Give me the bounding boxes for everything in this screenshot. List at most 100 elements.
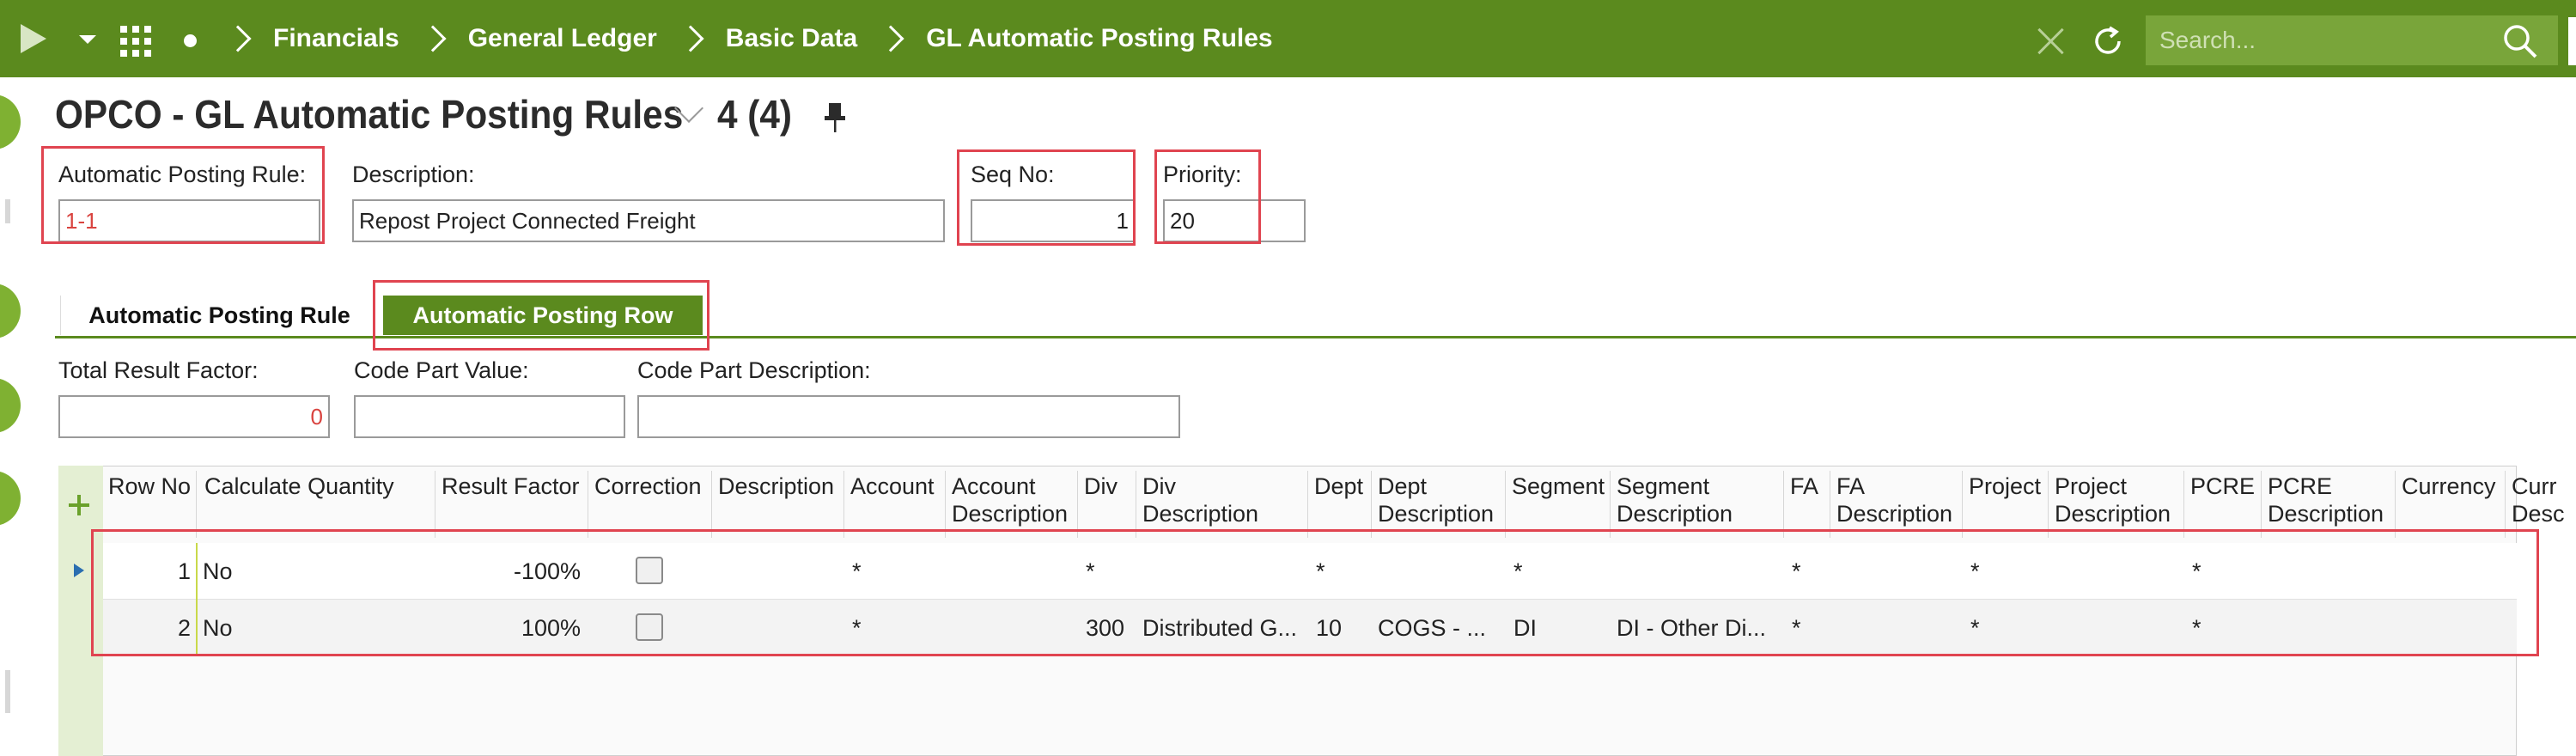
- tab-underline: [55, 336, 2576, 338]
- column-header-description[interactable]: Description: [718, 472, 834, 500]
- column-separator: [1783, 471, 1784, 538]
- cell-row-no[interactable]: 2: [163, 600, 191, 656]
- column-header-segment-description[interactable]: Segment Description: [1617, 472, 1733, 527]
- play-icon[interactable]: [21, 24, 46, 53]
- cell-dept[interactable]: *: [1316, 543, 1325, 600]
- column-header-row-no[interactable]: Row No: [108, 472, 191, 500]
- column-separator: [2048, 471, 2049, 538]
- column-header-segment[interactable]: Segment: [1512, 472, 1605, 500]
- column-separator: [1077, 471, 1078, 538]
- cell-segment-description: DI - Other Di...: [1617, 615, 1767, 641]
- rail-circle-icon[interactable]: [0, 94, 21, 149]
- breadcrumb-item-general-ledger[interactable]: General Ledger: [417, 24, 674, 53]
- column-header-calculate-quantity[interactable]: Calculate Quantity: [204, 472, 394, 500]
- cell-calculate-quantity[interactable]: No: [203, 543, 233, 600]
- record-count: 4 (4): [717, 92, 793, 137]
- code-part-value-field[interactable]: [354, 395, 625, 438]
- code-part-value-label: Code Part Value:: [354, 357, 529, 383]
- code-part-description-field[interactable]: [637, 395, 1180, 438]
- tab-automatic-posting-rule[interactable]: Automatic Posting Rule: [60, 296, 378, 335]
- column-separator: [2261, 471, 2262, 538]
- cell-account[interactable]: *: [852, 600, 862, 656]
- correction-checkbox[interactable]: [636, 557, 663, 584]
- pin-icon[interactable]: [821, 101, 849, 134]
- column-header-correction[interactable]: Correction: [594, 472, 702, 500]
- cell-pcre[interactable]: *: [2192, 600, 2201, 656]
- row-no-divider: [196, 543, 198, 656]
- column-header-currency[interactable]: Currency: [2402, 472, 2496, 500]
- tab-automatic-posting-row[interactable]: Automatic Posting Row: [383, 296, 703, 335]
- column-separator: [1962, 471, 1963, 538]
- rail-circle-icon[interactable]: [0, 284, 21, 338]
- column-header-dept-description[interactable]: Dept Description: [1378, 472, 1494, 527]
- cell-project[interactable]: *: [1970, 600, 1980, 656]
- column-header-div-description[interactable]: Div Description: [1142, 472, 1258, 527]
- rail-divider: [5, 670, 10, 713]
- column-header-pcre[interactable]: PCRE: [2190, 472, 2255, 500]
- breadcrumb-item-financials[interactable]: Financials: [222, 24, 417, 53]
- chevron-right-icon: [677, 25, 704, 52]
- chevron-down-icon[interactable]: [79, 35, 96, 44]
- column-separator: [2183, 471, 2184, 538]
- column-separator: [945, 471, 946, 538]
- column-separator: [196, 471, 197, 538]
- breadcrumb-item-basic-data[interactable]: Basic Data: [674, 24, 874, 53]
- cell-fa[interactable]: *: [1792, 543, 1801, 600]
- rail-circle-icon[interactable]: [0, 378, 21, 433]
- correction-checkbox[interactable]: [636, 613, 663, 641]
- cell-segment[interactable]: DI: [1513, 600, 1537, 656]
- cell-div[interactable]: 300: [1086, 600, 1124, 656]
- breadcrumb-item-current-page: GL Automatic Posting Rules: [874, 24, 1289, 53]
- page-title: OPCO - GL Automatic Posting Rules: [55, 92, 684, 137]
- column-header-pcre-description[interactable]: PCRE Description: [2268, 472, 2384, 527]
- total-result-factor-label: Total Result Factor:: [58, 357, 259, 383]
- priority-label: Priority:: [1163, 162, 1242, 187]
- column-header-currency-description[interactable]: Curr Desc: [2512, 472, 2565, 527]
- cell-pcre[interactable]: *: [2192, 543, 2201, 600]
- cell-project[interactable]: *: [1970, 543, 1980, 600]
- cell-result-factor[interactable]: 100%: [481, 600, 581, 656]
- column-header-result-factor[interactable]: Result Factor: [442, 472, 580, 500]
- top-navigation-bar: Financials General Ledger Basic Data GL …: [0, 0, 2576, 77]
- refresh-icon[interactable]: [2091, 24, 2125, 58]
- cell-segment[interactable]: *: [1513, 543, 1523, 600]
- status-dot-icon: [184, 34, 197, 47]
- column-header-fa[interactable]: FA: [1790, 472, 1818, 500]
- rule-field[interactable]: 1-1: [58, 199, 320, 242]
- cell-dept[interactable]: 10: [1316, 600, 1342, 656]
- cell-calculate-quantity[interactable]: No: [203, 600, 233, 656]
- cell-div[interactable]: *: [1086, 543, 1095, 600]
- current-row-indicator-icon: [74, 564, 84, 577]
- add-row-icon[interactable]: [67, 493, 91, 517]
- column-separator: [1371, 471, 1372, 538]
- search-icon[interactable]: [2501, 22, 2539, 60]
- cell-result-factor[interactable]: -100%: [481, 543, 581, 600]
- search-input[interactable]: [2146, 15, 2558, 65]
- column-header-fa-description[interactable]: FA Description: [1836, 472, 1952, 527]
- cell-account[interactable]: *: [852, 543, 862, 600]
- seq-no-field[interactable]: 1: [971, 199, 1136, 242]
- column-separator: [843, 471, 844, 538]
- priority-field[interactable]: 20: [1163, 199, 1306, 242]
- rail-circle-icon[interactable]: [0, 471, 21, 526]
- column-header-account[interactable]: Account: [850, 472, 935, 500]
- column-separator: [2395, 471, 2396, 538]
- column-header-account-description[interactable]: Account Description: [952, 472, 1068, 527]
- column-separator: [1505, 471, 1506, 538]
- close-icon[interactable]: [2034, 24, 2068, 58]
- table-row[interactable]: [103, 600, 2517, 656]
- app-grid-icon[interactable]: [120, 26, 158, 57]
- description-field[interactable]: Repost Project Connected Freight: [352, 199, 945, 242]
- breadcrumb: Financials General Ledger Basic Data GL …: [222, 0, 1290, 77]
- description-label: Description:: [352, 162, 475, 187]
- column-header-div[interactable]: Div: [1084, 472, 1117, 500]
- column-header-dept[interactable]: Dept: [1314, 472, 1363, 500]
- column-header-project[interactable]: Project: [1969, 472, 2041, 500]
- table-row[interactable]: [103, 543, 2517, 600]
- chevron-right-icon: [224, 25, 252, 52]
- chevron-right-icon: [419, 25, 447, 52]
- cell-fa[interactable]: *: [1792, 600, 1801, 656]
- cell-row-no[interactable]: 1: [163, 543, 191, 600]
- cell-div-description: Distributed G...: [1142, 615, 1298, 641]
- column-header-project-description[interactable]: Project Description: [2055, 472, 2171, 527]
